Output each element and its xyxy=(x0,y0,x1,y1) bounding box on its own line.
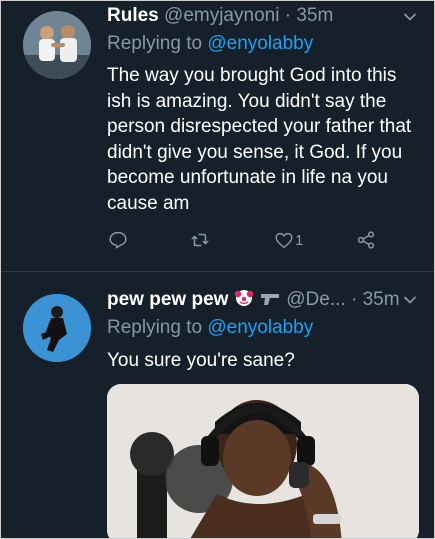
tweet-header: pew pew pew @De... · 35m xyxy=(107,288,400,311)
tweet[interactable]: pew pew pew @De... · 35m Replying to @en… xyxy=(1,272,434,538)
timeline: Rules @emyjaynoni · 35m Replying to @eny… xyxy=(0,0,435,539)
tweet[interactable]: Rules @emyjaynoni · 35m Replying to @eny… xyxy=(1,1,434,271)
separator: · xyxy=(279,5,297,26)
retweet-icon xyxy=(191,233,209,247)
tweet-text: The way you brought God into this ish is… xyxy=(107,65,412,214)
replying-to: Replying to @enyolabby xyxy=(107,33,313,55)
reply-icon xyxy=(109,231,127,249)
separator: · xyxy=(345,289,363,310)
replying-to: Replying to @enyolabby xyxy=(107,317,313,339)
avatar[interactable] xyxy=(23,294,91,362)
timestamp[interactable]: 35m xyxy=(296,5,333,26)
reply-button[interactable] xyxy=(107,229,129,251)
avatar[interactable] xyxy=(23,11,91,79)
user-handle[interactable]: @De... xyxy=(286,289,345,310)
tweet-header: Rules @emyjaynoni · 35m xyxy=(107,5,333,27)
display-name[interactable]: Rules xyxy=(107,5,159,26)
replying-prefix: Replying to xyxy=(107,317,208,338)
share-button[interactable] xyxy=(355,229,377,251)
chevron-down-icon[interactable] xyxy=(402,292,418,308)
replying-prefix: Replying to xyxy=(107,33,208,54)
tweet-actions: 1 xyxy=(107,229,397,259)
display-name[interactable]: pew pew pew xyxy=(107,289,228,310)
retweet-button[interactable] xyxy=(189,229,211,251)
user-handle[interactable]: @emyjaynoni xyxy=(164,5,279,26)
mention-link[interactable]: @enyolabby xyxy=(207,33,313,54)
like-icon xyxy=(275,232,293,249)
tweet-text: You sure you're sane? xyxy=(107,350,295,371)
mention-link[interactable]: @enyolabby xyxy=(207,317,313,338)
like-button[interactable]: 1 xyxy=(273,229,303,251)
clown-emoji-icon xyxy=(234,290,253,306)
share-icon xyxy=(357,231,375,249)
chevron-down-icon[interactable] xyxy=(402,9,418,25)
timestamp[interactable]: 35m xyxy=(363,289,400,310)
tweet-media-image[interactable] xyxy=(107,384,419,538)
gun-emoji-icon xyxy=(260,294,279,305)
like-count: 1 xyxy=(295,231,304,249)
